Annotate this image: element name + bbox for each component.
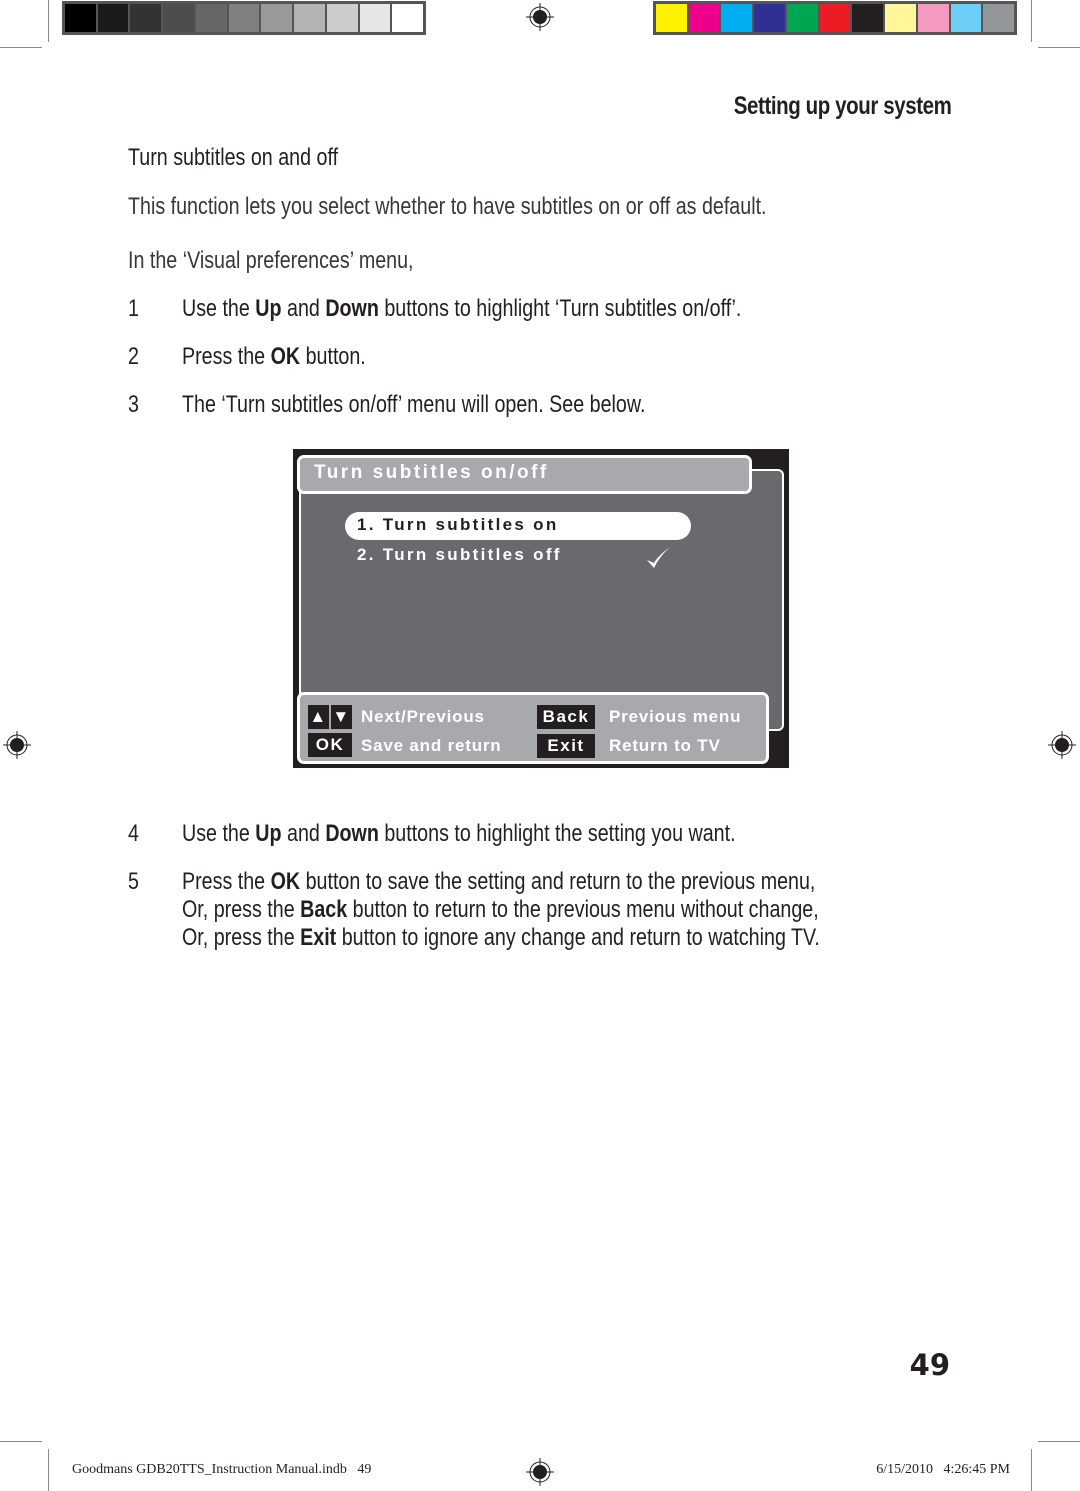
- color-swatch: [228, 4, 260, 32]
- button-name: Back: [300, 896, 348, 923]
- button-name: Up: [255, 295, 282, 322]
- color-swatch: [163, 4, 194, 32]
- crop-mark: [48, 1449, 49, 1491]
- registration-mark-icon: [3, 731, 31, 759]
- crop-mark: [0, 1441, 42, 1442]
- page-number: 49: [909, 1348, 950, 1382]
- button-name: Down: [325, 820, 379, 847]
- step-number: 2: [128, 343, 139, 370]
- crop-mark: [1038, 1441, 1080, 1442]
- color-swatch: [786, 4, 818, 32]
- section-header: Setting up your system: [733, 92, 951, 120]
- step-text: Use the Up and Down buttons to highlight…: [182, 295, 741, 323]
- color-swatch: [917, 4, 949, 32]
- context-text: In the ‘Visual preferences’ menu,: [128, 247, 414, 274]
- registration-mark-icon: [526, 3, 554, 31]
- color-swatch: [754, 4, 785, 32]
- text-segment: button to return to the previous menu wi…: [347, 896, 819, 923]
- color-swatch: [852, 4, 884, 32]
- text-segment: button.: [300, 343, 366, 370]
- text-segment: The ‘Turn subtitles on/off’ menu will op…: [182, 391, 646, 418]
- crop-mark: [0, 47, 42, 48]
- button-name: Exit: [300, 924, 337, 951]
- color-swatch: [721, 4, 753, 32]
- text-segment: Or, press the: [182, 896, 301, 923]
- color-swatch: [885, 4, 916, 32]
- step-text-line: Or, press the Exit button to ignore any …: [182, 924, 820, 952]
- step-text: Press the OK button.: [182, 343, 366, 371]
- crop-mark: [48, 0, 49, 42]
- color-swatch: [97, 4, 129, 32]
- color-swatch: [983, 4, 1015, 32]
- crop-mark: [1038, 47, 1080, 48]
- ok-label: Save and return: [361, 736, 502, 755]
- ok-key: OK: [308, 733, 352, 757]
- intro-text: This function lets you select whether to…: [128, 193, 767, 220]
- menu-title: Turn subtitles on/off: [297, 455, 752, 494]
- button-name: OK: [270, 868, 301, 895]
- step-number: 4: [128, 820, 139, 847]
- step-number: 3: [128, 391, 139, 418]
- color-swatch: [294, 4, 325, 32]
- button-name: Down: [325, 295, 379, 322]
- button-name: Up: [255, 820, 282, 847]
- text-segment: and: [281, 820, 326, 847]
- color-swatch: [195, 4, 227, 32]
- text-segment: buttons to highlight ‘Turn subtitles on/…: [378, 295, 742, 322]
- text-segment: buttons to highlight the setting you wan…: [378, 820, 736, 847]
- tv-menu-screenshot: Turn subtitles on/off 1. Turn subtitles …: [293, 449, 789, 768]
- color-swatch: [392, 4, 424, 32]
- exit-key: Exit: [537, 734, 595, 758]
- footer-timestamp: 6/15/2010 4:26:45 PM: [876, 1462, 1010, 1477]
- grayscale-calibration-bar: [62, 1, 426, 35]
- text-segment: Press the: [182, 343, 271, 370]
- exit-label: Return to TV: [609, 736, 721, 755]
- step-text-line: Or, press the Back button to return to t…: [182, 896, 819, 924]
- color-swatch: [65, 4, 96, 32]
- nav-label: Next/Previous: [361, 707, 485, 726]
- color-swatch: [359, 4, 391, 32]
- text-segment: button to ignore any change and return t…: [336, 924, 820, 951]
- button-name: OK: [270, 343, 301, 370]
- down-key-icon: ▼: [331, 705, 352, 729]
- checkmark-icon: [647, 547, 670, 568]
- text-segment: Press the: [182, 868, 271, 895]
- color-swatch: [950, 4, 982, 32]
- menu-option-subtitles-off[interactable]: 2. Turn subtitles off: [345, 542, 691, 570]
- text-segment: and: [281, 295, 326, 322]
- back-key: Back: [537, 705, 595, 729]
- step-text: The ‘Turn subtitles on/off’ menu will op…: [182, 391, 645, 419]
- step-number: 5: [128, 868, 139, 895]
- color-swatch: [261, 4, 293, 32]
- registration-mark-icon: [526, 1458, 554, 1486]
- button-legend: ▲ ▼ Next/Previous OK Save and return Bac…: [297, 692, 769, 764]
- up-key-icon: ▲: [308, 705, 329, 729]
- color-swatch: [326, 4, 358, 32]
- menu-option-subtitles-on[interactable]: 1. Turn subtitles on: [345, 512, 691, 540]
- page-heading: Turn subtitles on and off: [128, 144, 339, 171]
- color-swatch: [688, 4, 720, 32]
- registration-mark-icon: [1048, 731, 1076, 759]
- text-segment: Use the: [182, 295, 256, 322]
- crop-mark: [1031, 0, 1032, 42]
- step-text-line: Press the OK button to save the setting …: [182, 868, 815, 896]
- text-segment: Or, press the: [182, 924, 301, 951]
- color-swatch: [819, 4, 851, 32]
- color-swatch: [656, 4, 687, 32]
- footer-filename: Goodmans GDB20TTS_Instruction Manual.ind…: [72, 1462, 372, 1477]
- crop-mark: [1031, 1449, 1032, 1491]
- step-text: Use the Up and Down buttons to highlight…: [182, 820, 736, 848]
- color-swatch: [130, 4, 162, 32]
- back-label: Previous menu: [609, 707, 742, 726]
- text-segment: button to save the setting and return to…: [300, 868, 816, 895]
- text-segment: Use the: [182, 820, 256, 847]
- step-number: 1: [128, 295, 139, 322]
- color-calibration-bar: [653, 1, 1017, 35]
